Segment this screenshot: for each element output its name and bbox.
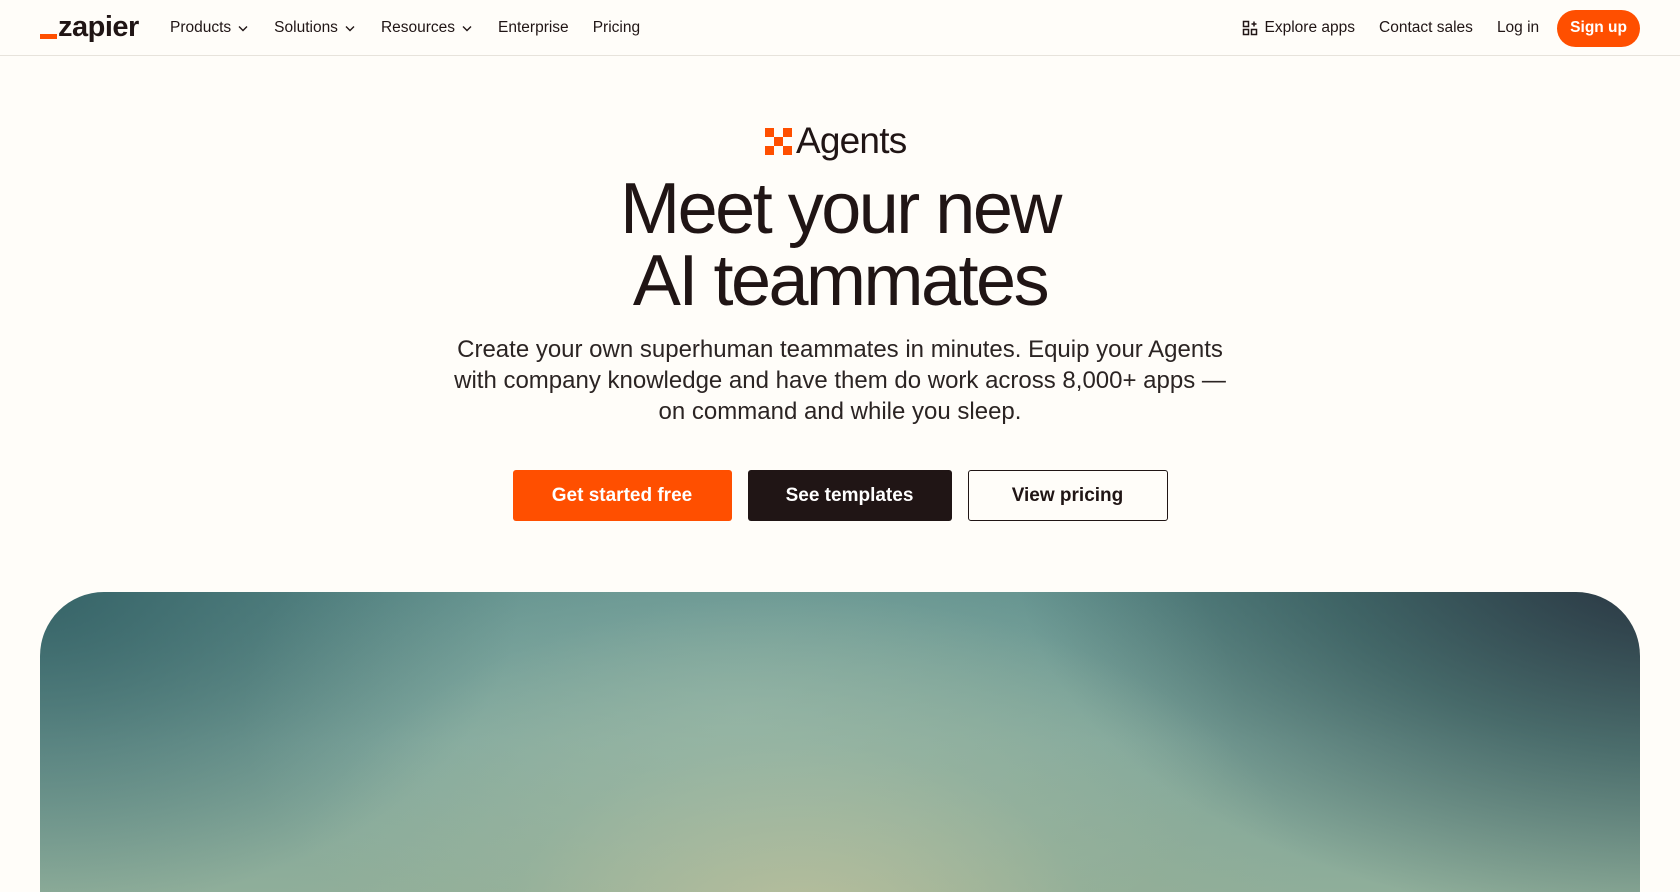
top-navigation: zapier Products Solutions Resources Ente…	[0, 0, 1680, 56]
view-pricing-button[interactable]: View pricing	[967, 470, 1168, 521]
log-in-label: Log in	[1496, 19, 1540, 36]
page-title: Meet your new AI teammates	[0, 173, 1680, 317]
headline-line-1: Meet your new	[620, 169, 1062, 249]
nav-item-solutions[interactable]: Solutions	[274, 19, 357, 37]
hero-subheadline: Create your own superhuman teammates in …	[454, 336, 1226, 425]
log-in-link[interactable]: Log in	[1497, 19, 1539, 37]
contact-sales-label: Contact sales	[1379, 19, 1473, 36]
nav-item-products[interactable]: Products	[170, 19, 250, 37]
explore-apps-label: Explore apps	[1264, 19, 1356, 36]
agents-pixel-x-icon	[765, 127, 792, 155]
product-name: Agents	[796, 120, 907, 161]
chevron-down-icon	[462, 26, 472, 32]
sign-up-button[interactable]: Sign up	[1557, 9, 1640, 47]
explore-apps-link[interactable]: Explore apps	[1242, 19, 1355, 37]
nav-item-enterprise[interactable]: Enterprise	[498, 19, 569, 37]
nav-item-pricing[interactable]: Pricing	[593, 19, 640, 37]
nav-item-label: Products	[170, 19, 232, 36]
nav-item-label: Enterprise	[498, 19, 569, 36]
nav-item-label: Solutions	[274, 19, 338, 36]
logo-accent-bar	[40, 34, 57, 39]
hero-media-panel	[40, 592, 1640, 892]
media-gradient-overlay	[40, 592, 1640, 892]
product-brand: Agents	[765, 120, 907, 162]
zapier-logo[interactable]: zapier	[40, 12, 139, 42]
nav-item-resources[interactable]: Resources	[381, 19, 474, 37]
primary-nav: Products Solutions Resources Enterprise …	[170, 0, 664, 56]
logo-text: zapier	[58, 11, 139, 43]
see-templates-button[interactable]: See templates	[747, 470, 952, 521]
headline-line-2: AI teammates	[632, 241, 1050, 321]
secondary-nav: Explore apps Contact sales Log in Sign u…	[1218, 0, 1640, 56]
contact-sales-link[interactable]: Contact sales	[1379, 19, 1473, 37]
chevron-down-icon	[345, 26, 355, 32]
nav-item-label: Resources	[380, 19, 456, 36]
cta-group: Get started free See templates View pric…	[0, 470, 1680, 521]
nav-item-label: Pricing	[592, 19, 641, 36]
get-started-free-button[interactable]: Get started free	[512, 470, 732, 521]
chevron-down-icon	[238, 26, 248, 32]
apps-grid-icon	[1242, 20, 1257, 36]
